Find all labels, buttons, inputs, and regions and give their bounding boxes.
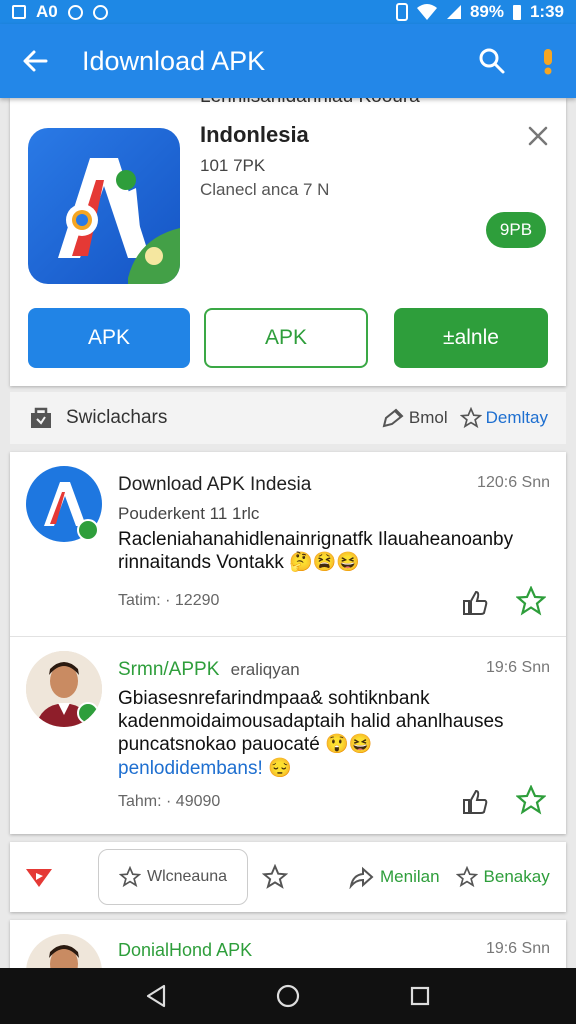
- bag-icon: [31, 407, 51, 428]
- app-info-card: Lennlisanidanniau Kooura Indonlesia 101 …: [10, 98, 566, 386]
- post-item[interactable]: Download APK Indesia 120:6 Snn Pouderken…: [10, 452, 566, 636]
- feed-card: Download APK Indesia 120:6 Snn Pouderken…: [10, 452, 566, 834]
- header-peek: Lennlisanidanniau Kooura: [10, 98, 566, 106]
- battery-icon: [512, 5, 521, 20]
- filter-favorite[interactable]: Demltay: [459, 407, 548, 429]
- size-badge: 9PB: [486, 212, 546, 248]
- alert-icon: [544, 49, 552, 75]
- install-button[interactable]: ±alnle: [394, 308, 548, 368]
- status-bar: A0 89% 1:39: [0, 0, 576, 24]
- share-icon: [349, 866, 374, 889]
- thumbs-up-icon[interactable]: [460, 787, 490, 817]
- wifi-icon: [416, 4, 437, 20]
- filter-label: Swiclachars: [66, 407, 168, 428]
- star-outline-icon: [118, 866, 141, 888]
- action-bar: Wlcneauna Menilan Benakay: [10, 842, 566, 912]
- post-time: 19:6 Snn: [485, 940, 550, 957]
- post-time: 120:6 Snn: [477, 474, 550, 491]
- user-avatar-icon: [26, 651, 102, 727]
- filter-bar: Swiclachars Bmol Demltay: [10, 392, 566, 444]
- arrow-back-icon: [23, 50, 48, 72]
- star-outline-icon: [459, 407, 482, 429]
- post-user[interactable]: DonialHond APK: [118, 940, 252, 961]
- post-meta: Tatim: · 12290: [118, 592, 220, 609]
- star-outline-icon[interactable]: [262, 864, 288, 890]
- star-icon[interactable]: [516, 785, 546, 815]
- share-icon: [382, 408, 404, 428]
- status-left-text: A0: [36, 2, 58, 21]
- alert-button[interactable]: [520, 24, 576, 98]
- system-nav-bar: [0, 968, 576, 1024]
- sync-icon: [67, 4, 83, 20]
- post-time: 19:6 Snn: [485, 659, 550, 676]
- post-meta: Tahm: · 49090: [118, 793, 221, 810]
- app-notification-icon: [92, 4, 108, 20]
- action-chip[interactable]: Wlcneauna: [98, 849, 248, 905]
- post-body-link[interactable]: penlodidembans! 😔: [118, 757, 550, 780]
- post-user[interactable]: Srmn/APPK eraliqyan: [118, 659, 300, 681]
- battery-level: 89%: [469, 2, 504, 21]
- app-bar: Idownload APK: [0, 24, 576, 98]
- post-body: Racleniahanahidlenainrignatfk Ilauaheano…: [118, 529, 514, 573]
- nav-home-icon[interactable]: [275, 983, 301, 1009]
- signal-icon: [446, 5, 461, 19]
- post-body: Gbiasesnrefarindmpaa& sohtiknbank kadenm…: [118, 688, 504, 755]
- app-size: 101 7PK: [200, 156, 266, 175]
- apk-primary-button[interactable]: APK: [28, 308, 190, 368]
- close-icon[interactable]: [524, 122, 552, 150]
- nav-back-icon[interactable]: [144, 983, 168, 1009]
- app-icon: [28, 128, 180, 284]
- share-action[interactable]: Menilan: [348, 865, 440, 889]
- post-item[interactable]: Srmn/APPK eraliqyan 19:6 Snn Gbiasesnref…: [10, 637, 566, 834]
- thumbs-up-icon[interactable]: [460, 588, 490, 618]
- star-icon[interactable]: [516, 586, 546, 616]
- filter-share[interactable]: Bmol: [381, 407, 448, 429]
- star-outline-icon: [455, 866, 478, 888]
- avatar: [26, 651, 102, 727]
- app-avatar-icon: [44, 482, 99, 541]
- back-button[interactable]: [0, 24, 70, 98]
- bookmark-action[interactable]: Benakay: [455, 866, 550, 888]
- page-title: Idownload APK: [82, 45, 266, 76]
- avatar: [26, 466, 102, 542]
- app-logo-icon: [58, 158, 180, 284]
- phone-icon: [395, 3, 408, 21]
- post-subtitle: Pouderkent 11 1rlc: [118, 504, 260, 523]
- notification-icon: [12, 5, 26, 19]
- video-icon[interactable]: [24, 865, 54, 889]
- search-button[interactable]: [464, 24, 520, 98]
- app-developer: Clanecl anca 7 N: [200, 180, 330, 199]
- post-user-tag: eraliqyan: [230, 660, 300, 679]
- clock: 1:39: [529, 2, 564, 21]
- post-user[interactable]: Download APK Indesia: [118, 474, 311, 496]
- nav-recents-icon[interactable]: [408, 984, 432, 1008]
- apk-outline-button[interactable]: APK: [204, 308, 368, 368]
- search-icon: [479, 48, 505, 74]
- app-name: Indonlesia: [200, 122, 309, 147]
